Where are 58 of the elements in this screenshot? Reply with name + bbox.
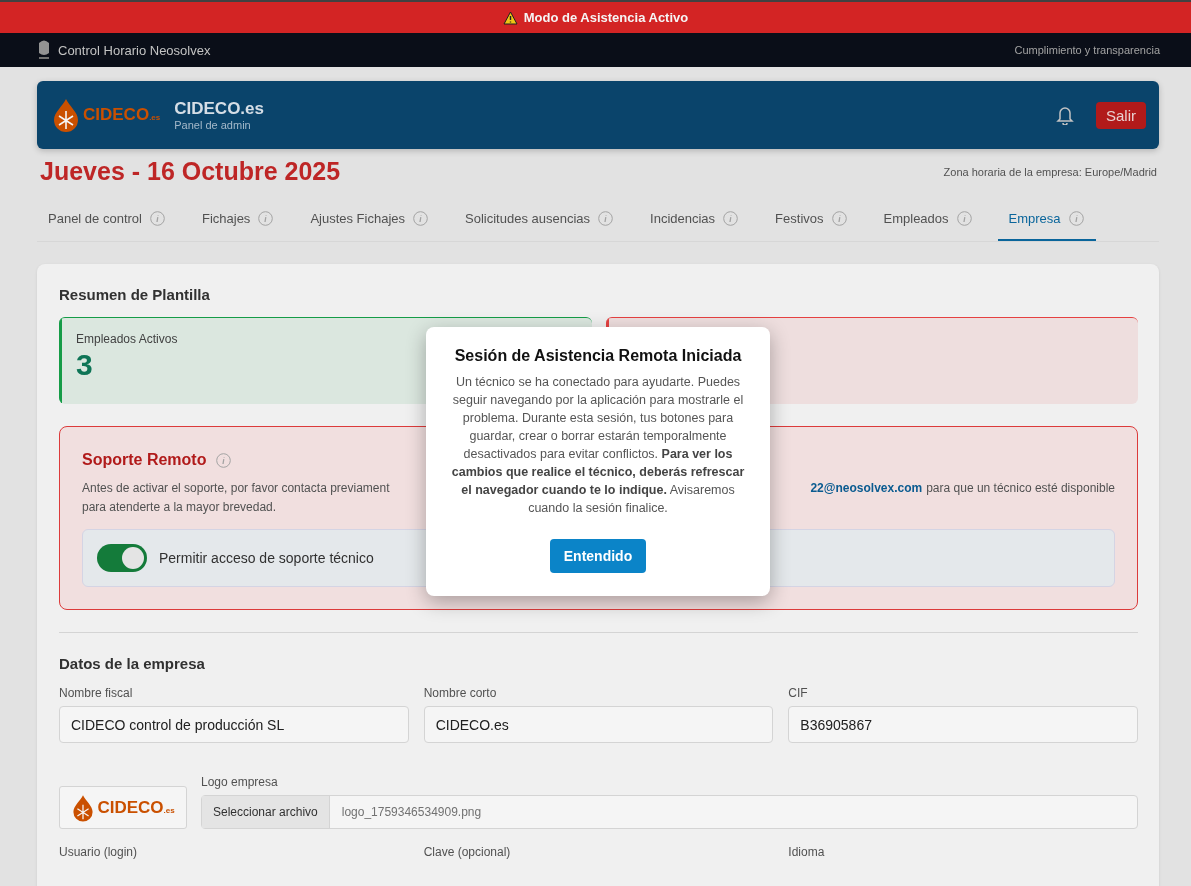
dialog-text: Un técnico se ha conectado para ayudarte. Puedes seguir navegando por la aplicación para mostrarle el problema. Durante esta sesión, tus botones para guardar, crear o borrar estarán temporalmente desactivados para evitar conflictos. Para ver los cambios que realice el técnico, deberás refrescar el navegador cuando te lo indique. Avisaremos cuando la sesión finalice. [450,374,746,517]
info-icon[interactable] [258,211,274,226]
current-date: Jueves - 16 Octubre 2025 [40,157,341,186]
helmet-logo-icon [36,39,52,61]
warning-icon [502,10,518,25]
support-text: para que un técnico esté disponible [926,481,1115,495]
info-icon[interactable] [413,211,429,226]
logout-button[interactable]: Salir [1096,101,1146,129]
field-label: Usuario (login) [59,845,139,859]
logo-text: CIDECO.es [83,105,161,125]
info-icon[interactable] [1068,211,1084,226]
info-icon[interactable] [598,211,614,226]
nav-tab[interactable]: Solicitudes ausencias [454,200,626,241]
field-label: Nombre fiscal [59,686,134,700]
nav-tab[interactable]: Empleados [872,200,984,241]
input-field[interactable]: B36905867 [788,706,1138,743]
file-field[interactable]: Seleccionar archivo logo_1759346534909.png [201,795,1138,829]
support-text: Antes de activar el soporte, por favor contacta previament [82,481,390,495]
email-link[interactable]: 22@neosolvex.com [810,481,923,495]
section-title: Resumen de Plantilla [59,286,211,303]
confirm-button[interactable]: Entendido [549,539,647,573]
support-title: Soporte Remoto [82,451,207,469]
nav-tab[interactable]: Incidencias [639,200,751,241]
file-name: logo_1759346534909.png [340,805,482,819]
timezone-text: Zona horaria de la empresa: Europe/Madrid [943,165,1157,178]
info-icon[interactable] [216,452,232,468]
field-label: Logo empresa [201,775,279,789]
support-text: para atenderte a la mayor brevedad. [82,500,277,514]
choose-file-button[interactable]: Seleccionar archivo [202,796,330,828]
nav-tab[interactable]: Ajustes Fichajes [299,200,441,241]
nav-tab[interactable]: Panel de control [37,200,177,241]
info-icon[interactable] [723,211,739,226]
field-label: Nombre corto [423,686,498,700]
section-title: Datos de la empresa [59,655,206,672]
nav-tab[interactable]: Empresa [997,200,1096,241]
support-toggle[interactable] [97,544,147,572]
info-icon[interactable] [831,211,847,226]
input-field[interactable]: CIDECO control de producción SL [59,706,409,743]
stat-value: 3 [76,348,93,382]
snowflake-drop-icon [51,98,81,132]
banner-text: Modo de Asistencia Activo [523,10,689,25]
toggle-label: Permitir acceso de soporte técnico [159,550,374,566]
info-icon[interactable] [956,211,972,226]
nav-tab[interactable]: Festivos [764,200,859,241]
field-label: CIF [788,686,809,700]
input-field[interactable]: CIDECO.es [423,706,774,743]
app-title: Control Horario Neosolvex [58,42,211,58]
bell-icon[interactable] [1056,105,1074,125]
company-name: CIDECO.es [174,99,265,119]
tagline: Cumplimiento y transparencia [1014,44,1160,56]
field-label: Clave (opcional) [423,845,512,859]
panel-subtitle: Panel de admin [174,119,252,131]
dialog-title: Sesión de Asistencia Remota Iniciada [454,347,742,365]
stat-label: Empleados Activos [76,332,178,346]
nav-tab[interactable]: Fichajes [190,200,286,241]
info-icon[interactable] [149,211,165,226]
field-label: Idioma [788,845,826,859]
logo-text: CIDECO.es [97,797,175,818]
